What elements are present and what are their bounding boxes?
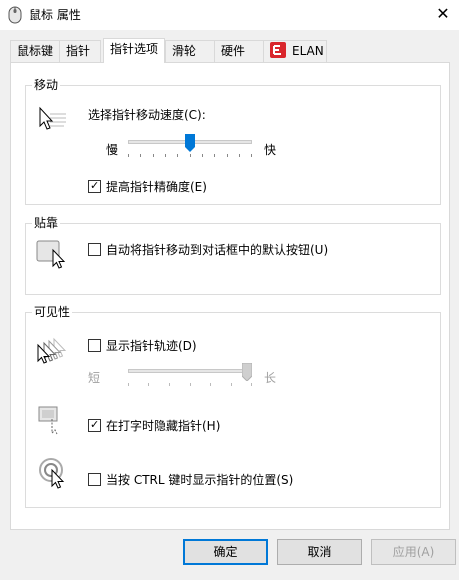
precision-label: 提高指针精确度(E) xyxy=(106,180,207,194)
snap-group-title: 贴靠 xyxy=(32,216,61,230)
tab-label: ELAN xyxy=(292,44,324,58)
slider-tick xyxy=(202,154,203,157)
slider-tick xyxy=(239,154,240,157)
motion-group-title: 移动 xyxy=(32,78,61,92)
short-label: 短 xyxy=(88,371,101,385)
tab-hardware[interactable]: 硬件 xyxy=(214,40,264,62)
close-button[interactable]: ✕ xyxy=(427,0,459,30)
tab-label: 鼠标键 xyxy=(17,44,54,58)
trails-slider-track xyxy=(128,369,252,373)
ctrl-location-checkbox[interactable] xyxy=(88,473,101,486)
tab-panel: 移动 选择指针移动速度(C): 慢 快 ✓ 提高指针精确度(E) 贴靠 自动将指… xyxy=(10,62,450,530)
slider-tick xyxy=(231,383,232,386)
window-title: 鼠标 属性 xyxy=(29,8,81,22)
ok-button[interactable]: 确定 xyxy=(183,539,268,565)
show-location-icon xyxy=(39,458,65,489)
pointer-speed-icon xyxy=(39,106,66,130)
slider-tick xyxy=(190,154,191,157)
slider-tick xyxy=(169,383,170,386)
cancel-button[interactable]: 取消 xyxy=(277,539,362,565)
tab-label: 滑轮 xyxy=(172,44,197,58)
slider-tick xyxy=(190,383,191,386)
tab-label: 指针选项 xyxy=(110,42,159,56)
slow-label: 慢 xyxy=(106,143,119,157)
visibility-group-title: 可见性 xyxy=(32,305,73,319)
tab-elan[interactable]: ELAN xyxy=(263,40,327,62)
tab-wheel[interactable]: 滑轮 xyxy=(165,40,215,62)
mouse-icon xyxy=(8,6,22,24)
speed-label: 选择指针移动速度(C): xyxy=(88,108,206,122)
fast-label: 快 xyxy=(264,143,277,157)
tab-label: 指针 xyxy=(66,44,91,58)
hide-while-typing-checkbox[interactable]: ✓ xyxy=(88,418,101,432)
apply-button[interactable]: 应用(A) xyxy=(371,539,456,565)
trails-slider-thumb[interactable] xyxy=(242,363,252,381)
checkmark-icon: ✓ xyxy=(90,179,100,192)
trails-label: 显示指针轨迹(D) xyxy=(106,339,197,353)
elan-icon xyxy=(270,42,286,58)
slider-tick xyxy=(140,154,141,157)
checkmark-icon: ✓ xyxy=(90,418,100,431)
slider-tick xyxy=(165,154,166,157)
slider-tick xyxy=(148,383,149,386)
pointer-trails-icon xyxy=(37,337,67,364)
slider-tick xyxy=(177,154,178,157)
tab-pointer-options[interactable]: 指针选项 xyxy=(103,38,165,63)
title-bar: 鼠标 属性 ✕ xyxy=(0,0,459,30)
hide-while-typing-icon xyxy=(38,406,58,435)
slider-tick xyxy=(251,383,252,386)
hide-while-typing-label: 在打字时隐藏指针(H) xyxy=(106,419,221,433)
tab-buttons[interactable]: 鼠标键 xyxy=(10,40,60,62)
slider-tick xyxy=(210,383,211,386)
slider-tick xyxy=(153,154,154,157)
slider-tick xyxy=(251,154,252,157)
tab-strip: 鼠标键 指针 指针选项 滑轮 硬件 ELAN xyxy=(10,38,450,63)
snap-label: 自动将指针移动到对话框中的默认按钮(U) xyxy=(106,243,329,257)
snap-group: 贴靠 自动将指针移动到对话框中的默认按钮(U) xyxy=(25,216,441,295)
tab-label: 硬件 xyxy=(221,44,246,58)
slider-tick xyxy=(128,154,129,157)
snap-to-button-icon xyxy=(36,240,66,269)
trails-length-slider[interactable] xyxy=(128,363,252,389)
slider-tick xyxy=(214,154,215,157)
precision-checkbox[interactable]: ✓ xyxy=(88,179,101,193)
ctrl-location-label: 当按 CTRL 键时显示指针的位置(S) xyxy=(106,473,294,487)
trails-checkbox[interactable] xyxy=(88,339,101,352)
long-label: 长 xyxy=(264,371,277,385)
tab-pointers[interactable]: 指针 xyxy=(59,40,101,62)
speed-slider[interactable] xyxy=(128,134,252,160)
visibility-group: 可见性 显示指针轨迹(D) 短 长 ✓ 在打字时隐藏指针(H) 当按 CTRL … xyxy=(25,305,441,508)
close-icon: ✕ xyxy=(436,4,450,23)
motion-group: 移动 选择指针移动速度(C): 慢 快 ✓ 提高指针精确度(E) xyxy=(25,78,441,205)
slider-tick xyxy=(128,383,129,386)
speed-slider-thumb[interactable] xyxy=(185,134,195,152)
slider-tick xyxy=(227,154,228,157)
snap-checkbox[interactable] xyxy=(88,243,101,256)
